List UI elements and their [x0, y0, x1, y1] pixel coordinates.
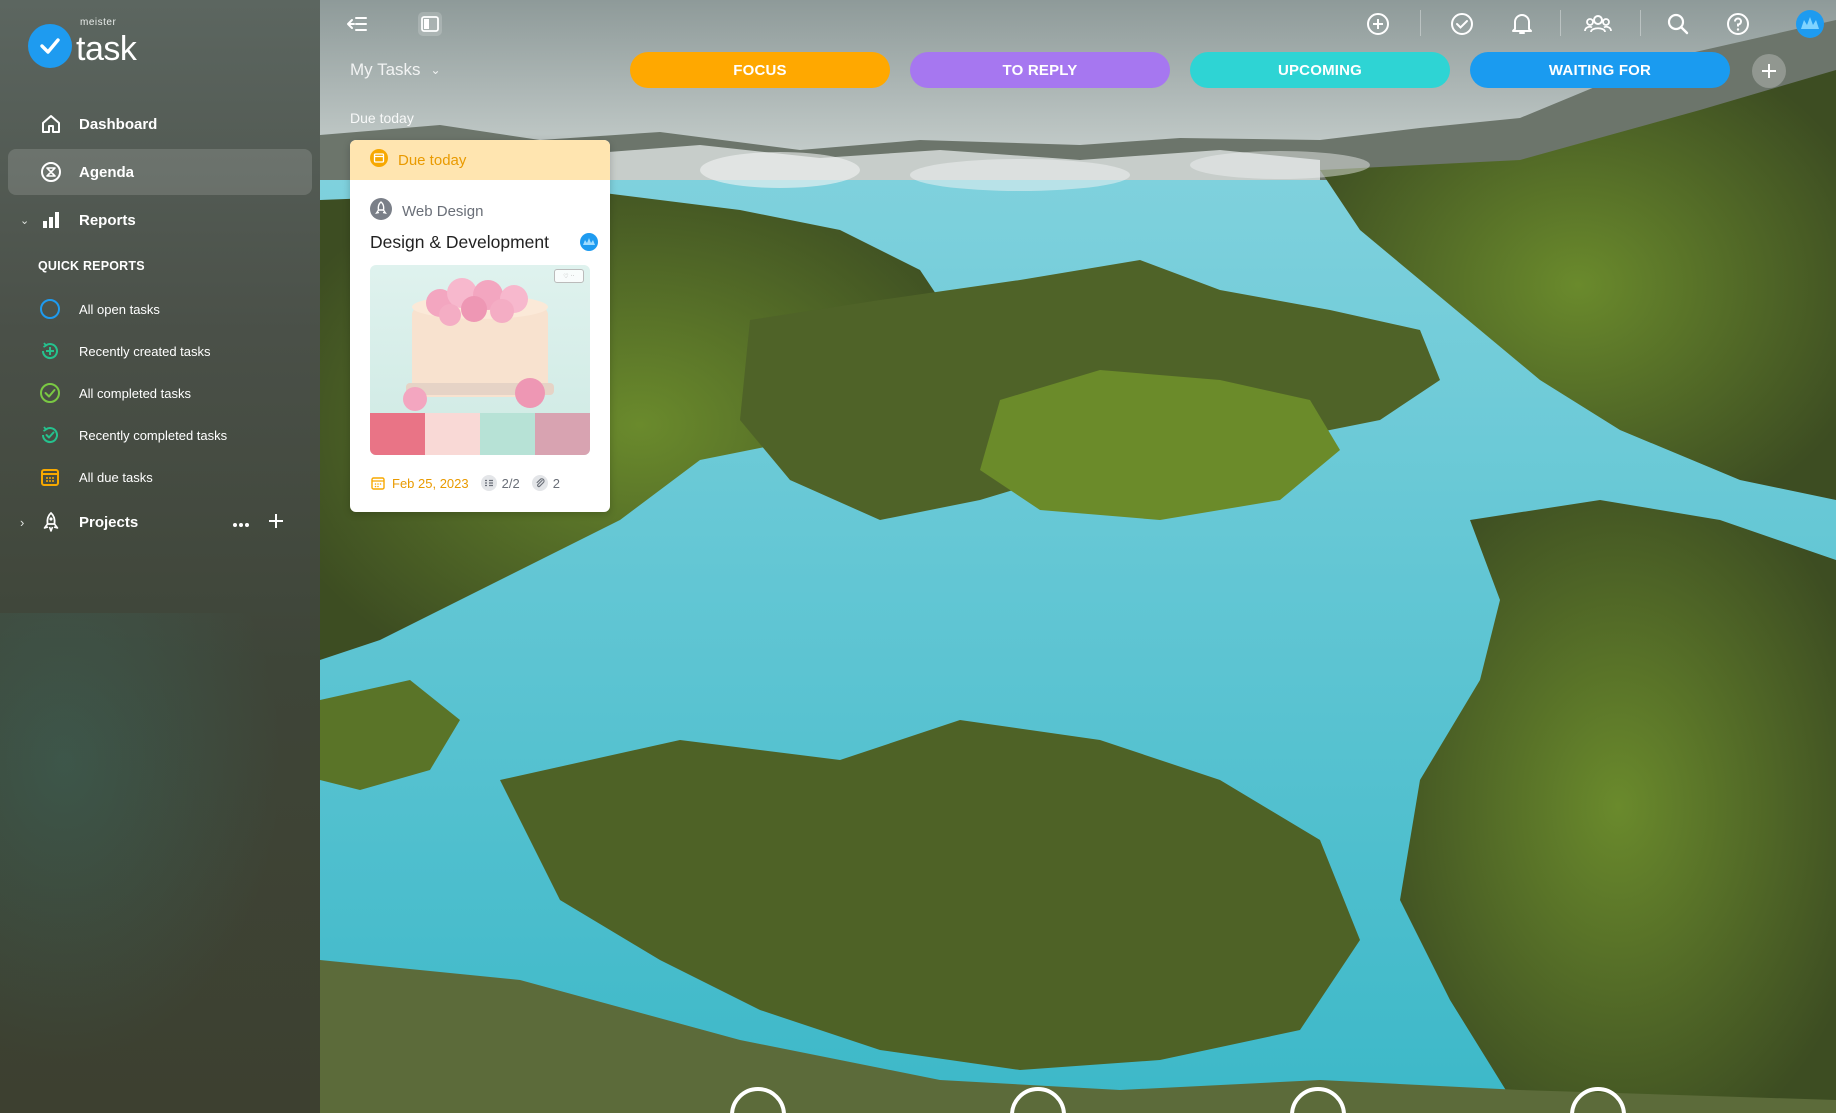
add-task-icon[interactable]	[1362, 8, 1394, 40]
chevron-down-icon: ⌄	[430, 63, 441, 77]
recent-created-icon	[38, 339, 62, 363]
task-card[interactable]: Due today Web Design Design & Developmen…	[350, 140, 610, 512]
quick-report-label: All completed tasks	[79, 385, 191, 401]
toolbar-divider	[1640, 10, 1641, 36]
filter-waiting-for[interactable]: WAITING FOR	[1470, 52, 1730, 88]
main-content: My Tasks ⌄ FOCUS TO REPLY UPCOMING WAITI…	[320, 0, 1836, 1113]
recent-completed-icon	[38, 423, 62, 447]
sidebar-item-dashboard[interactable]: Dashboard	[8, 101, 312, 147]
home-icon	[40, 113, 62, 135]
collapse-sidebar-icon[interactable]	[340, 8, 372, 40]
team-icon[interactable]	[1582, 8, 1614, 40]
filter-label: WAITING FOR	[1548, 61, 1652, 79]
image-like-badge[interactable]: ♡ ··	[554, 269, 584, 283]
attachment-count: 2	[531, 475, 560, 491]
quick-report-all-due[interactable]: All due tasks	[38, 464, 298, 490]
view-selector[interactable]: My Tasks ⌄	[350, 60, 441, 80]
bar-chart-icon	[40, 209, 62, 231]
help-icon[interactable]	[1722, 8, 1754, 40]
card-meta: Feb 25, 2023 2/2 2	[370, 475, 560, 491]
task-title: Design & Development	[370, 232, 549, 252]
attachment-text: 2	[552, 475, 560, 491]
filter-upcoming[interactable]: UPCOMING	[1190, 52, 1450, 88]
swatch	[370, 413, 425, 455]
user-avatar[interactable]	[1794, 8, 1826, 40]
filter-label: FOCUS	[733, 61, 787, 79]
plus-icon	[1762, 64, 1776, 78]
view-title: My Tasks	[350, 60, 421, 79]
toolbar-divider	[1560, 10, 1561, 36]
sidebar-item-reports[interactable]: ⌄ Reports	[8, 197, 312, 243]
chevron-right-icon[interactable]: ›	[20, 515, 24, 530]
checklist-count: 2/2	[480, 475, 520, 491]
sidebar: meister task Dashboard Agenda ⌄ Reports …	[0, 0, 320, 1113]
chevron-down-icon[interactable]: ⌄	[20, 214, 29, 227]
quick-report-label: Recently completed tasks	[79, 427, 228, 443]
filter-label: TO REPLY	[1002, 61, 1078, 79]
sidebar-item-label: Reports	[79, 211, 136, 229]
sidebar-item-label: Projects	[79, 513, 139, 531]
logo-text: task	[76, 30, 137, 68]
checkmark-logo-icon	[28, 24, 72, 68]
completed-tasks-icon[interactable]	[1446, 8, 1478, 40]
swatch	[480, 413, 535, 455]
sidebar-item-label: Agenda	[79, 163, 135, 181]
card-header: Due today	[350, 140, 610, 180]
search-icon[interactable]	[1662, 8, 1694, 40]
filter-to-reply[interactable]: TO REPLY	[910, 52, 1170, 88]
cake-illustration	[403, 278, 554, 411]
project-actions	[232, 513, 284, 534]
checklist-icon	[480, 475, 497, 491]
color-swatches	[370, 413, 590, 455]
quick-report-label: Recently created tasks	[79, 343, 211, 359]
sidebar-item-label: Dashboard	[79, 115, 158, 133]
filter-focus[interactable]: FOCUS	[630, 52, 890, 88]
quick-report-recently-created[interactable]: Recently created tasks	[38, 338, 298, 364]
due-date-text: Feb 25, 2023	[392, 475, 469, 491]
swatch	[425, 413, 480, 455]
rocket-icon	[370, 198, 392, 225]
agenda-icon	[40, 161, 62, 183]
calendar-icon	[38, 465, 62, 489]
logo-small-text: meister	[80, 17, 117, 28]
add-project-icon[interactable]	[268, 513, 284, 534]
bell-icon[interactable]	[1506, 8, 1538, 40]
due-date: Feb 25, 2023	[370, 475, 469, 491]
badge-dots: ··	[570, 273, 575, 279]
quick-report-all-completed[interactable]: All completed tasks	[38, 380, 298, 406]
assignee-avatar[interactable]	[580, 233, 598, 251]
paperclip-icon	[531, 475, 548, 491]
sidebar-item-agenda[interactable]: Agenda	[8, 149, 312, 195]
open-circle-icon	[38, 297, 62, 321]
quick-report-recently-completed[interactable]: Recently completed tasks	[38, 422, 298, 448]
add-filter-button[interactable]	[1752, 54, 1786, 88]
quick-reports-heading: QUICK REPORTS	[38, 259, 145, 273]
project-name: Web Design	[402, 203, 484, 220]
task-cover-image[interactable]: ♡ ··	[370, 265, 590, 455]
check-circle-icon	[38, 381, 62, 405]
heart-icon: ♡	[563, 273, 569, 280]
quick-report-label: All open tasks	[79, 301, 160, 317]
more-options-icon[interactable]	[232, 515, 250, 533]
meistertask-logo[interactable]: meister task	[28, 17, 137, 70]
checklist-text: 2/2	[501, 475, 520, 491]
quick-report-label: All due tasks	[79, 469, 153, 485]
rocket-icon	[40, 511, 62, 533]
toolbar-divider	[1420, 10, 1421, 36]
filter-label: UPCOMING	[1277, 61, 1363, 79]
card-project[interactable]: Web Design	[370, 198, 483, 225]
swatch	[535, 413, 590, 455]
quick-report-all-open-tasks[interactable]: All open tasks	[38, 296, 298, 322]
panel-toggle-icon[interactable]	[414, 8, 446, 40]
calendar-icon	[370, 148, 388, 172]
due-label: Due today	[398, 151, 467, 169]
section-heading: Due today	[350, 110, 414, 126]
calendar-icon	[371, 477, 385, 490]
